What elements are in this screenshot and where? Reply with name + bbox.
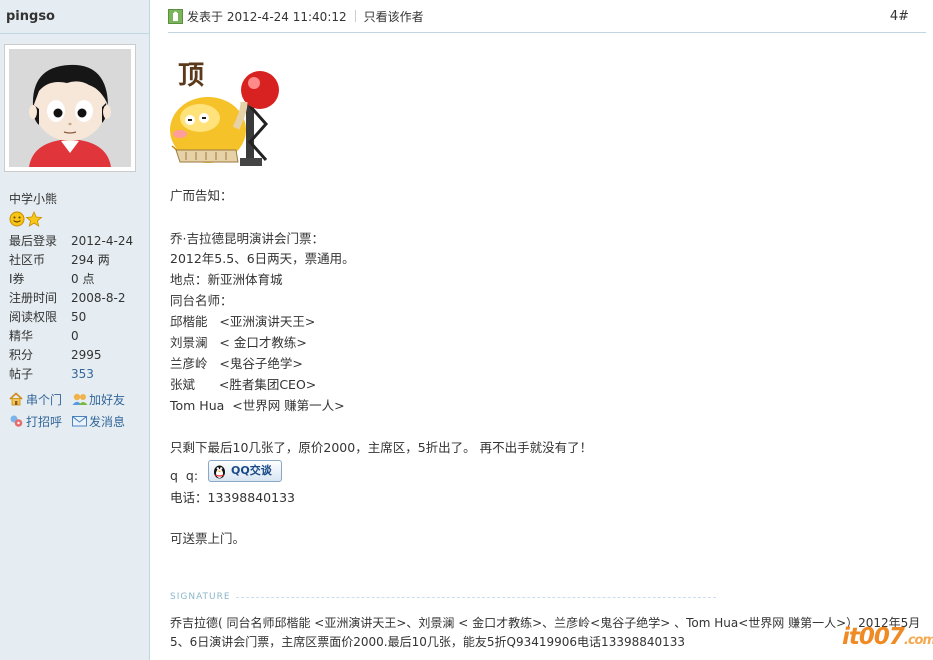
qq-chat-label: QQ交谈 bbox=[231, 464, 272, 477]
post-line: 可送票上门。 bbox=[170, 531, 246, 546]
stat-label: 社区币 bbox=[9, 253, 46, 267]
stat-digest: 精华 0 bbox=[9, 327, 149, 346]
signature-text: 乔吉拉德( 同台名师邱楷能 <亚洲演讲天王>、刘景澜 < 金口才教练>、兰彦岭<… bbox=[170, 616, 921, 649]
stat-label: 最后登录 bbox=[9, 234, 58, 248]
rank-icons bbox=[9, 211, 43, 230]
post-line: Tom Hua <世界网 赚第一人> bbox=[170, 398, 345, 413]
signature-label: SIGNATURE bbox=[170, 592, 231, 602]
stat-register-date: 注册时间 2008-8-2 bbox=[9, 289, 149, 308]
signature-divider bbox=[236, 597, 716, 598]
greet-button[interactable]: 打招呼 bbox=[9, 413, 62, 431]
post-line: 刘景澜 < 金口才教练> bbox=[170, 335, 307, 350]
avatar-image bbox=[9, 49, 131, 167]
bump-emoticon: 顶 bbox=[166, 50, 281, 170]
stat-value: 0 bbox=[71, 329, 79, 343]
stat-label: 阅读权限 bbox=[9, 310, 58, 324]
post-line: 乔·吉拉德昆明演讲会门票： bbox=[170, 231, 324, 246]
add-friend-icon bbox=[72, 392, 88, 406]
header-divider bbox=[168, 32, 926, 33]
stat-last-login: 最后登录 2012-4-24 bbox=[9, 232, 149, 251]
add-friend-label: 加好友 bbox=[89, 393, 126, 407]
stat-label: 注册时间 bbox=[9, 291, 58, 305]
message-button[interactable]: 发消息 bbox=[72, 413, 125, 431]
post-line: 2012年5.5、6日两天，票通用。 bbox=[170, 251, 355, 266]
stat-coins: 社区币 294 两 bbox=[9, 251, 149, 270]
stat-value: 2012-4-24 bbox=[71, 234, 134, 248]
post-header: 发表于 2012-4-24 11:40:12 只看该作者 4# bbox=[168, 7, 923, 27]
stat-label: I券 bbox=[9, 272, 25, 286]
stat-label: 精华 bbox=[9, 329, 34, 343]
qq-penguin-icon bbox=[212, 463, 227, 479]
message-label: 发消息 bbox=[89, 415, 126, 429]
post-line: q q: bbox=[170, 468, 199, 483]
author-rank: 中学小熊 bbox=[9, 192, 58, 206]
stat-value: 50 bbox=[71, 310, 87, 324]
greet-icon bbox=[9, 414, 23, 428]
visit-button[interactable]: 串个门 bbox=[9, 391, 62, 409]
stat-label: 帖子 bbox=[9, 367, 34, 381]
home-icon bbox=[9, 392, 23, 406]
post-line: 张斌 <胜者集团CEO> bbox=[170, 377, 317, 392]
watermark-brand: it007 bbox=[842, 624, 905, 650]
envelope-icon bbox=[72, 414, 87, 428]
qq-chat-button[interactable]: QQ交谈 bbox=[208, 460, 282, 482]
greet-label: 打招呼 bbox=[26, 415, 63, 429]
add-friend-button[interactable]: 加好友 bbox=[72, 391, 125, 409]
post-date: 发表于 2012-4-24 11:40:12 bbox=[187, 10, 347, 24]
stat-value: 2008-8-2 bbox=[71, 291, 126, 305]
stat-points: 积分 2995 bbox=[9, 346, 149, 365]
stat-read-permission: 阅读权限 50 bbox=[9, 308, 149, 327]
avatar[interactable] bbox=[4, 44, 136, 172]
post-line: 邱楷能 <亚洲演讲天王> bbox=[170, 314, 316, 329]
floor-number[interactable]: 4# bbox=[890, 7, 909, 27]
stat-posts-link[interactable]: 353 bbox=[71, 365, 94, 384]
stat-value: 0 点 bbox=[71, 272, 95, 286]
post-line: 兰彦岭 <鬼谷子绝学> bbox=[170, 356, 303, 371]
author-username[interactable]: pingso bbox=[6, 9, 55, 24]
sidebar-divider bbox=[0, 33, 150, 34]
emoticon-label: 顶 bbox=[178, 61, 204, 91]
post-line: 同台名师： bbox=[170, 293, 233, 308]
site-watermark-logo: it007.com bbox=[842, 624, 933, 650]
visit-label: 串个门 bbox=[26, 393, 63, 407]
author-sidebar: pingso 中学小熊 最后登录 2012-4-24 社区币 294 两 I券 … bbox=[0, 0, 150, 660]
post-line: 电话：13398840133 bbox=[170, 490, 295, 505]
stat-value: 2995 bbox=[71, 348, 102, 362]
post-line: 广而告知： bbox=[170, 188, 233, 203]
star-icon bbox=[25, 211, 43, 227]
author-only-link[interactable]: 只看该作者 bbox=[364, 10, 424, 24]
smiley-icon bbox=[9, 211, 25, 227]
post-line: 地点：新亚洲体育城 bbox=[170, 272, 283, 287]
stat-value: 294 两 bbox=[71, 253, 110, 267]
header-separator bbox=[354, 10, 356, 22]
stat-posts: 帖子 353 bbox=[9, 365, 149, 384]
post-line: 只剩下最后10几张了，原价2000，主席区，5折出了。 再不出手就没有了！ bbox=[170, 440, 593, 455]
stat-vouchers: I券 0 点 bbox=[9, 270, 149, 289]
watermark-domain: .com bbox=[903, 633, 933, 648]
online-status-icon bbox=[168, 9, 183, 24]
stat-label: 积分 bbox=[9, 348, 34, 362]
